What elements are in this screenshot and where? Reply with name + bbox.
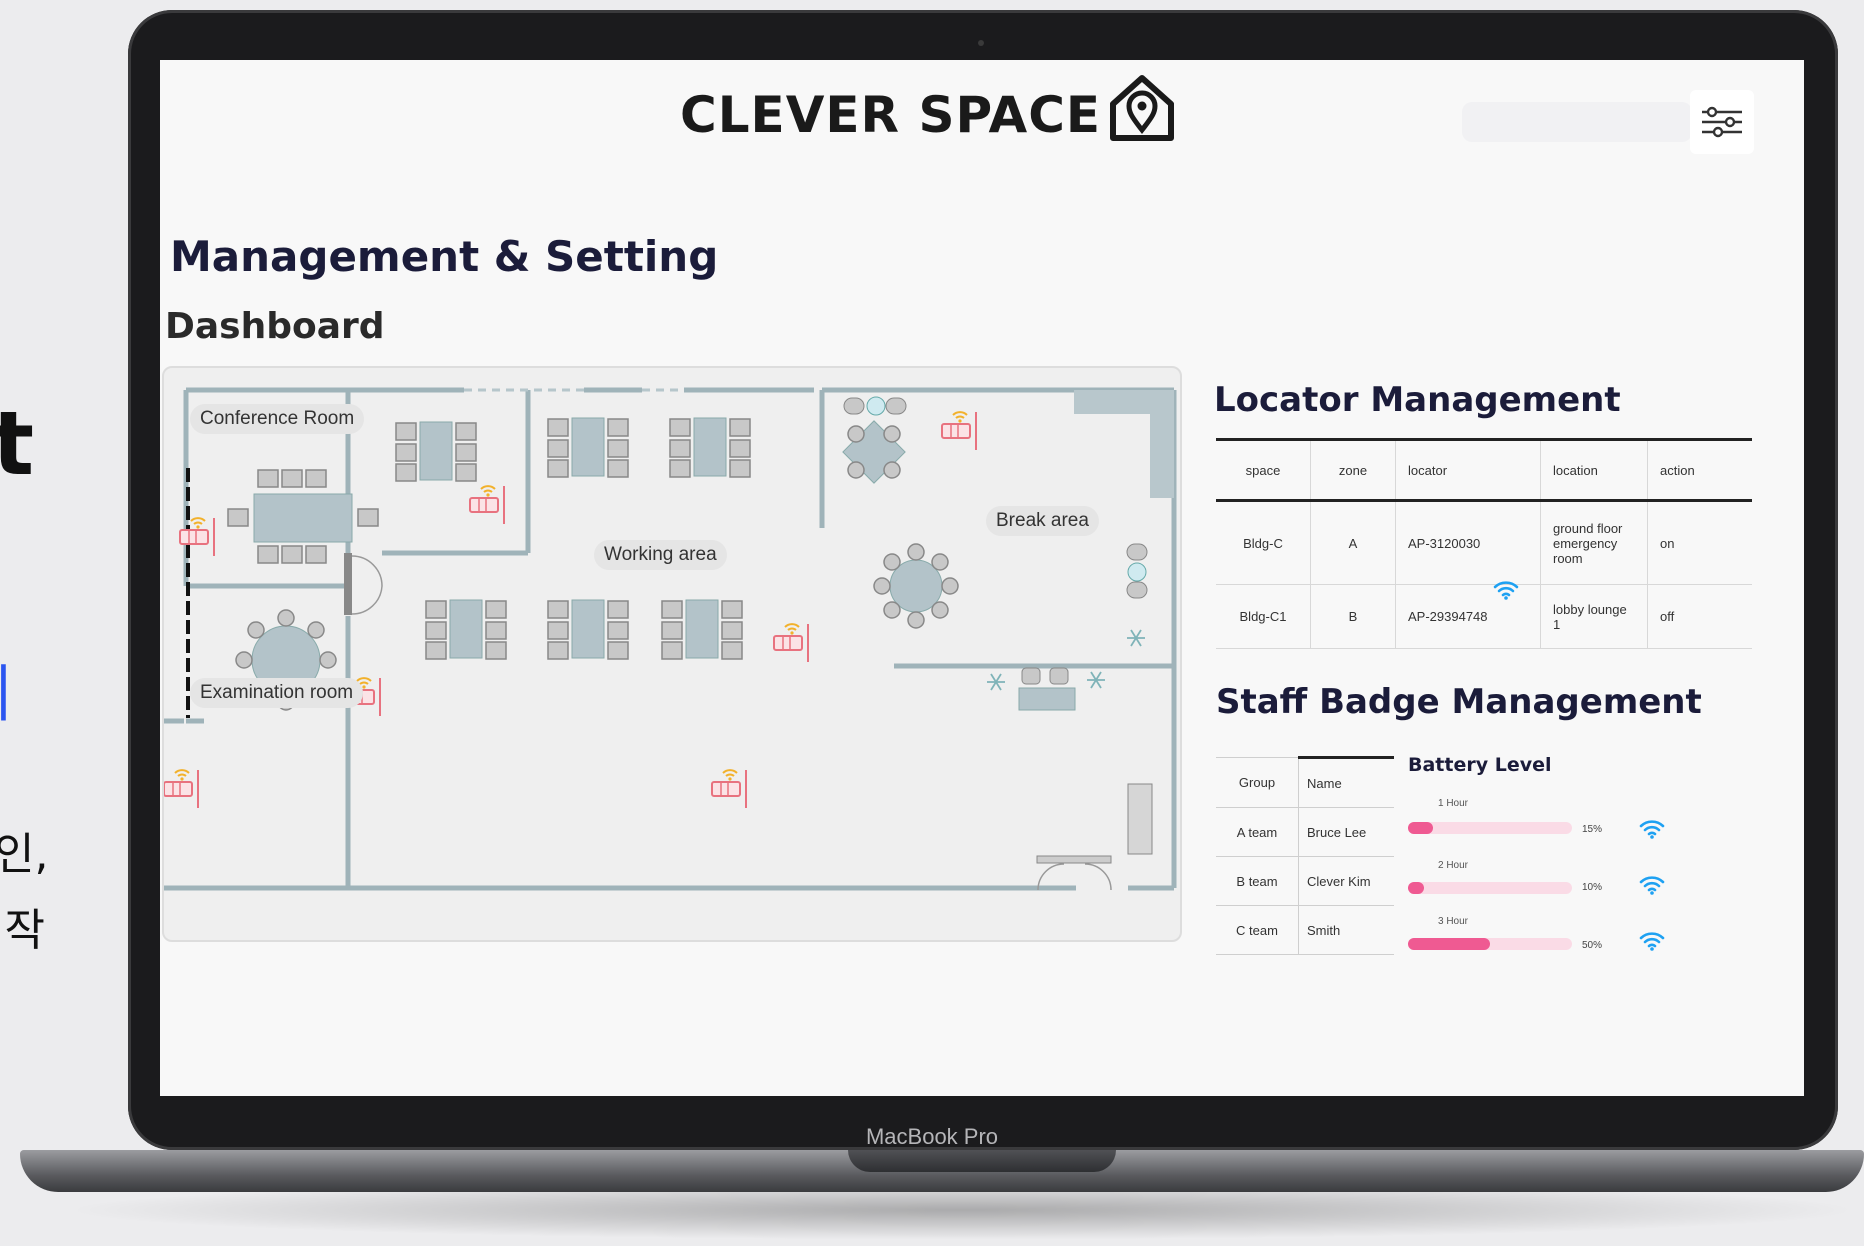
wifi-icon [1639, 932, 1665, 951]
search-input[interactable] [1462, 102, 1692, 142]
cell-zone: A [1310, 500, 1396, 585]
battery-hour-label: 2 Hour [1438, 860, 1469, 871]
column-header: locator [1395, 438, 1541, 502]
cell-action[interactable]: off [1647, 584, 1752, 649]
column-header: Name [1298, 756, 1394, 808]
room-label-examination[interactable]: Examination room [190, 678, 364, 708]
cell-space: Bldg-C1 [1216, 584, 1311, 649]
floor-plan[interactable]: Conference Room Working area Break area … [162, 366, 1182, 942]
cell-zone: B [1310, 584, 1396, 649]
laptop-notch [848, 1150, 1116, 1172]
device-label: MacBook Pro [865, 1124, 999, 1149]
page-subtitle: Dashboard [165, 306, 385, 347]
cell-name: Clever Kim [1298, 856, 1394, 906]
cell-group: B team [1216, 856, 1299, 906]
battery-level-title: Battery Level [1408, 754, 1552, 776]
locator-section-title: Locator Management [1214, 380, 1621, 420]
table-header-row: space zone locator location action [1216, 438, 1752, 502]
locator-table: space zone locator location action Bldg-… [1216, 438, 1752, 649]
table-row[interactable]: Bldg-C A AP-3120030 ground floor emergen… [1216, 500, 1752, 585]
wifi-icon [1639, 820, 1665, 839]
battery-percent: 50% [1582, 940, 1603, 951]
left-korean-line-1: 인, [0, 829, 49, 880]
battery-bar-fill [1408, 882, 1425, 894]
room-label-working[interactable]: Working area [594, 540, 727, 570]
table-row[interactable]: A team Bruce Lee [1216, 807, 1394, 857]
column-header: action [1647, 438, 1752, 502]
table-row[interactable]: Bldg-C1 B AP-29394748 lobby lounge 1 off [1216, 581, 1752, 649]
cell-locator-with-signal: AP-29394748 [1395, 581, 1541, 649]
floor-plan-drawing [164, 387, 1177, 891]
battery-bar [1408, 938, 1572, 950]
badge-table: Group Name A team Bruce Lee B team Cleve… [1216, 756, 1394, 955]
left-accent-bar: | [0, 656, 13, 721]
table-row[interactable]: B team Clever Kim [1216, 856, 1394, 906]
house-pin-icon [1110, 75, 1175, 141]
filter-button[interactable] [1690, 90, 1754, 154]
cell-name: Smith [1298, 905, 1394, 955]
room-label-conference[interactable]: Conference Room [190, 404, 365, 434]
page-title: Management & Setting [170, 232, 719, 281]
cell-action[interactable]: on [1647, 500, 1752, 585]
cell-location: lobby lounge 1 [1540, 584, 1648, 649]
camera-icon [978, 40, 984, 46]
column-header: space [1216, 438, 1311, 502]
battery-bar [1408, 822, 1572, 834]
table-header-row: Group Name [1216, 756, 1394, 808]
battery-hour-label: 1 Hour [1438, 798, 1469, 809]
left-korean-line-2: 시작 [0, 905, 45, 956]
column-header: zone [1310, 438, 1396, 502]
battery-percent: 15% [1582, 824, 1603, 835]
column-header: Group [1216, 757, 1299, 808]
battery-bar [1408, 882, 1572, 894]
wifi-icon [1639, 876, 1665, 895]
app-logo[interactable]: CLEVER SPACE [680, 72, 1177, 144]
app-screen: CLEVER SPACE Management & Setting Dashbo… [160, 60, 1804, 1096]
cell-group: C team [1216, 905, 1299, 955]
cell-location: ground floor emergency room [1540, 500, 1648, 585]
cell-locator: AP-29394748 [1408, 609, 1488, 624]
left-heading-fragment-1: t [0, 392, 35, 495]
column-header: location [1540, 438, 1648, 502]
wifi-icon [1493, 581, 1519, 600]
left-heading-fragment-2: J [0, 500, 7, 603]
sliders-icon [1702, 106, 1742, 138]
battery-hour-label: 3 Hour [1438, 916, 1469, 927]
cell-group: A team [1216, 807, 1299, 857]
cell-name: Bruce Lee [1298, 807, 1394, 857]
badge-section-title: Staff Badge Management [1216, 682, 1702, 722]
room-label-break[interactable]: Break area [986, 506, 1099, 536]
table-row[interactable]: C team Smith [1216, 905, 1394, 955]
battery-percent: 10% [1582, 882, 1603, 893]
logo-text: CLEVER SPACE [680, 86, 1102, 144]
battery-bar-fill [1408, 822, 1433, 834]
cell-locator: AP-3120030 [1395, 500, 1541, 585]
cell-space: Bldg-C [1216, 500, 1311, 585]
battery-bar-fill [1408, 938, 1490, 950]
